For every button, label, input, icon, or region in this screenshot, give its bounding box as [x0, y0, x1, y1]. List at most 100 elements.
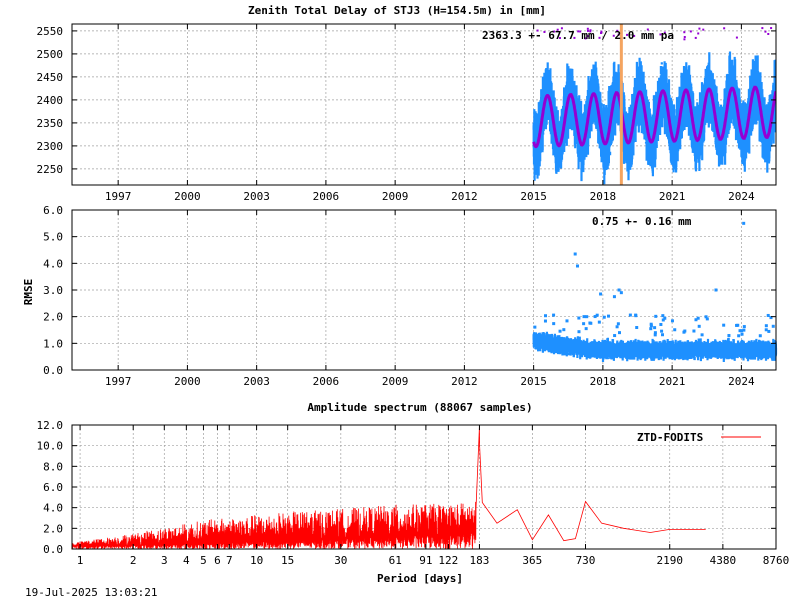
ztd-title: Zenith Total Delay of STJ3 (H=154.5m) in…: [248, 4, 546, 17]
rmse-scatter-point: [565, 319, 569, 323]
rmse-plot-area: [532, 221, 778, 362]
spectrum-xtick-label: 4: [183, 554, 190, 567]
ztd-xtick-label: 2000: [174, 190, 201, 203]
rmse-scatter-point: [593, 315, 597, 319]
rmse-scatter-point: [602, 315, 606, 319]
rmse-xtick-label: 2015: [520, 375, 547, 388]
spectrum-ytick-label: 6.0: [43, 481, 63, 494]
spectrum-xtick-label: 7: [226, 554, 233, 567]
ztd-ytick-label: 2250: [37, 163, 64, 176]
rmse-outlier-point: [742, 221, 746, 225]
ztd-annotation: 2363.3 +- 67.7 mm / 2.0 mm pa: [482, 29, 674, 42]
ztd-outlier-point: [694, 36, 697, 39]
rmse-scatter-point: [737, 334, 741, 338]
rmse-scatter-point: [613, 334, 617, 338]
rmse-scatter-point: [628, 313, 632, 317]
ztd-outlier-point: [735, 36, 738, 39]
rmse-scatter-point: [649, 324, 653, 328]
rmse-scatter-point: [615, 325, 619, 329]
rmse-xtick-label: 2021: [659, 375, 686, 388]
ztd-outlier-point: [702, 28, 705, 31]
spectrum-xtick-label: 4380: [710, 554, 737, 567]
spectrum-xtick-label: 6: [214, 554, 221, 567]
spectrum-xtick-label: 122: [438, 554, 458, 567]
ztd-xtick-label: 2003: [243, 190, 270, 203]
rmse-scatter-point: [607, 314, 611, 318]
rmse-scatter-point: [738, 329, 742, 333]
rmse-scatter-point: [683, 329, 687, 333]
rmse-scatter-point: [740, 332, 744, 336]
ztd-xtick-label: 2021: [659, 190, 686, 203]
ztd-xtick-label: 2012: [451, 190, 478, 203]
spectrum-xtick-label: 5: [200, 554, 207, 567]
rmse-ytick-label: 4.0: [43, 257, 63, 270]
rmse-ytick-label: 1.0: [43, 337, 63, 350]
ztd-outlier-point: [767, 32, 770, 35]
spectrum-xtick-label: 10: [250, 554, 263, 567]
rmse-scatter-point: [649, 327, 653, 331]
rmse-scatter-point: [764, 324, 768, 328]
rmse-scatter-point: [661, 314, 665, 318]
spectrum-ytick-label: 8.0: [43, 460, 63, 473]
rmse-scatter-point: [742, 325, 746, 329]
ztd-ytick-label: 2450: [37, 71, 64, 84]
ztd-outlier-point: [761, 27, 764, 30]
spectrum-ytick-label: 0.0: [43, 543, 63, 556]
ztd-outlier-point: [683, 38, 686, 41]
rmse-xtick-label: 2006: [313, 375, 340, 388]
ztd-ytick-label: 2500: [37, 48, 64, 61]
rmse-outlier-point: [585, 315, 589, 319]
rmse-xtick-label: 2018: [590, 375, 617, 388]
rmse-scatter-point: [545, 333, 549, 337]
rmse-scatter-point: [597, 320, 601, 324]
rmse-scatter-point: [584, 327, 588, 331]
rmse-scatter-point: [582, 315, 586, 319]
spectrum-xtick-label: 61: [389, 554, 402, 567]
spectrum-xtick-label: 91: [419, 554, 432, 567]
ztd-outlier-point: [764, 30, 767, 33]
rmse-scatter-point: [692, 329, 696, 333]
rmse-scatter-point: [767, 329, 771, 333]
rmse-xtick-label: 2012: [451, 375, 478, 388]
ztd-ytick-label: 2400: [37, 94, 64, 107]
rmse-scatter-point: [705, 317, 709, 321]
rmse-scatter-point: [660, 329, 664, 333]
ztd-ytick-label: 2350: [37, 117, 64, 130]
ztd-ytick-label: 2300: [37, 140, 64, 153]
spectrum-ytick-label: 4.0: [43, 502, 63, 515]
rmse-xtick-label: 2000: [174, 375, 201, 388]
figure: Zenith Total Delay of STJ3 (H=154.5m) in…: [22, 4, 790, 599]
spectrum-xtick-label: 3: [161, 554, 168, 567]
rmse-scatter-point: [533, 325, 537, 329]
rmse-scatter-point: [663, 316, 667, 320]
spectrum-xtick-label: 730: [576, 554, 596, 567]
rmse-scatter-point: [766, 313, 770, 317]
rmse-ytick-label: 2.0: [43, 311, 63, 324]
rmse-scatter-point: [742, 328, 746, 332]
rmse-outlier-point: [573, 252, 577, 256]
rmse-scatter-point: [764, 328, 768, 332]
rmse-y-label: RMSE: [22, 279, 35, 306]
ztd-xtick-label: 2018: [590, 190, 617, 203]
rmse-scatter-point: [582, 322, 586, 326]
rmse-scatter-point: [562, 328, 566, 332]
spectrum-xtick-label: 8760: [763, 554, 790, 567]
rmse-ytick-label: 6.0: [43, 204, 63, 217]
rmse-scatter-point: [617, 331, 621, 335]
rmse-scatter-point: [735, 323, 739, 327]
legend-label: ZTD-FODITS: [637, 431, 703, 444]
rmse-scatter-point: [661, 333, 665, 337]
rmse-xtick-label: 1997: [105, 375, 132, 388]
ztd-outlier-point: [697, 32, 700, 35]
spectrum-xtick-label: 30: [334, 554, 347, 567]
ztd-outlier-point: [683, 31, 686, 34]
rmse-scatter-point: [653, 326, 657, 330]
ztd-ytick-label: 2550: [37, 25, 64, 38]
spectrum-ytick-label: 10.0: [37, 440, 64, 453]
rmse-scatter-point: [558, 329, 562, 333]
rmse-scatter-point: [697, 324, 701, 328]
footer-timestamp: 19-Jul-2025 13:03:21: [25, 586, 157, 599]
rmse-scatter-point: [552, 322, 556, 326]
rmse-xtick-label: 2003: [243, 375, 270, 388]
spectrum-ytick-label: 2.0: [43, 522, 63, 535]
